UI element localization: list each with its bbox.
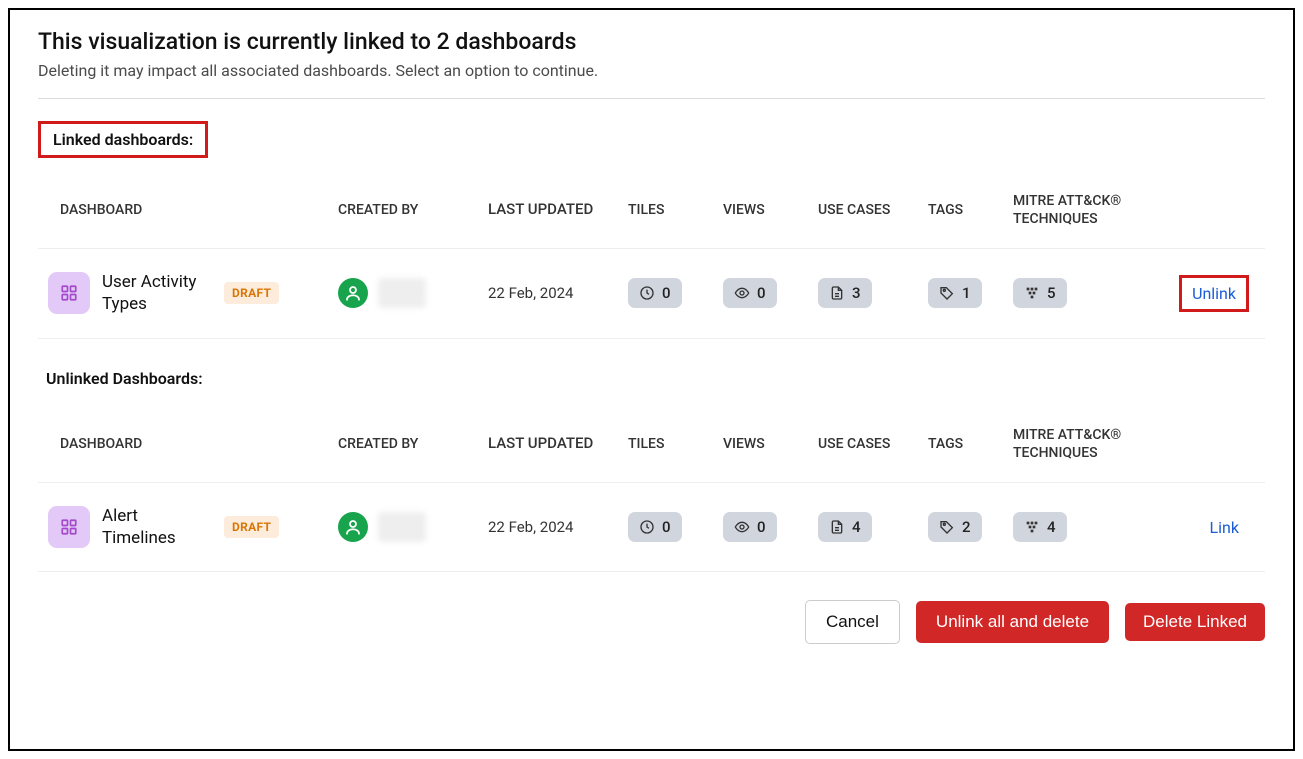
unlinked-dashboards-label: Unlinked Dashboards:	[38, 365, 211, 392]
dialog-footer: Cancel Unlink all and delete Delete Link…	[38, 600, 1265, 644]
tags-chip: 2	[928, 512, 982, 542]
table-header: DASHBOARD CREATED BY LAST UPDATED TILES …	[38, 158, 1265, 249]
col-dashboard: DASHBOARD	[48, 435, 338, 453]
mitre-chip: 5	[1013, 278, 1067, 308]
status-badge: DRAFT	[224, 516, 279, 538]
cancel-button[interactable]: Cancel	[805, 600, 900, 644]
divider	[38, 98, 1265, 99]
document-icon	[829, 519, 845, 535]
avatar	[338, 278, 368, 308]
link-button[interactable]: Link	[1200, 512, 1249, 543]
grid-icon	[1024, 519, 1040, 535]
unlink-button[interactable]: Unlink	[1179, 275, 1249, 312]
dashboard-icon	[48, 506, 90, 548]
col-last-updated: LAST UPDATED	[488, 200, 628, 220]
table-header: DASHBOARD CREATED BY LAST UPDATED TILES …	[38, 392, 1265, 483]
col-use-cases: USE CASES	[818, 201, 928, 219]
col-tiles: TILES	[628, 201, 723, 219]
dashboard-icon	[48, 272, 90, 314]
tiles-chip: 0	[628, 512, 682, 542]
dialog-title: This visualization is currently linked t…	[38, 28, 1265, 55]
usecases-chip: 3	[818, 278, 872, 308]
creator-name-redacted	[378, 278, 426, 308]
col-views: VIEWS	[723, 201, 818, 219]
grid-icon	[1024, 285, 1040, 301]
col-mitre: MITRE ATT&CK® TECHNIQUES	[1013, 426, 1143, 462]
tag-icon	[939, 285, 955, 301]
clock-icon	[639, 519, 655, 535]
mitre-chip: 4	[1013, 512, 1067, 542]
col-last-updated: LAST UPDATED	[488, 434, 628, 454]
tag-icon	[939, 519, 955, 535]
creator-name-redacted	[378, 512, 426, 542]
usecases-chip: 4	[818, 512, 872, 542]
last-updated: 22 Feb, 2024	[488, 284, 628, 302]
avatar	[338, 512, 368, 542]
tiles-chip: 0	[628, 278, 682, 308]
col-tags: TAGS	[928, 435, 1013, 453]
col-tiles: TILES	[628, 435, 723, 453]
eye-icon	[734, 519, 750, 535]
status-badge: DRAFT	[224, 282, 279, 304]
tags-chip: 1	[928, 278, 982, 308]
col-views: VIEWS	[723, 435, 818, 453]
delete-linked-button[interactable]: Delete Linked	[1125, 603, 1265, 641]
document-icon	[829, 285, 845, 301]
table-row: Alert Timelines DRAFT 22 Feb, 2024 0	[38, 483, 1265, 572]
views-chip: 0	[723, 512, 777, 542]
dialog-subtitle: Deleting it may impact all associated da…	[38, 61, 1265, 80]
linked-dashboards-label: Linked dashboards:	[38, 121, 208, 158]
table-row: User Activity Types DRAFT 22 Feb, 2024 0	[38, 249, 1265, 338]
col-created-by: CREATED BY	[338, 435, 488, 453]
col-dashboard: DASHBOARD	[48, 201, 338, 219]
col-created-by: CREATED BY	[338, 201, 488, 219]
unlink-all-delete-button[interactable]: Unlink all and delete	[916, 601, 1109, 643]
linked-dashboards-table: DASHBOARD CREATED BY LAST UPDATED TILES …	[38, 158, 1265, 339]
clock-icon	[639, 285, 655, 301]
eye-icon	[734, 285, 750, 301]
col-mitre: MITRE ATT&CK® TECHNIQUES	[1013, 192, 1143, 228]
last-updated: 22 Feb, 2024	[488, 518, 628, 536]
col-use-cases: USE CASES	[818, 435, 928, 453]
delete-visualization-dialog: This visualization is currently linked t…	[8, 8, 1295, 751]
views-chip: 0	[723, 278, 777, 308]
unlinked-dashboards-table: DASHBOARD CREATED BY LAST UPDATED TILES …	[38, 392, 1265, 573]
col-tags: TAGS	[928, 201, 1013, 219]
dashboard-name: Alert Timelines	[102, 505, 212, 549]
dashboard-name: User Activity Types	[102, 271, 212, 315]
